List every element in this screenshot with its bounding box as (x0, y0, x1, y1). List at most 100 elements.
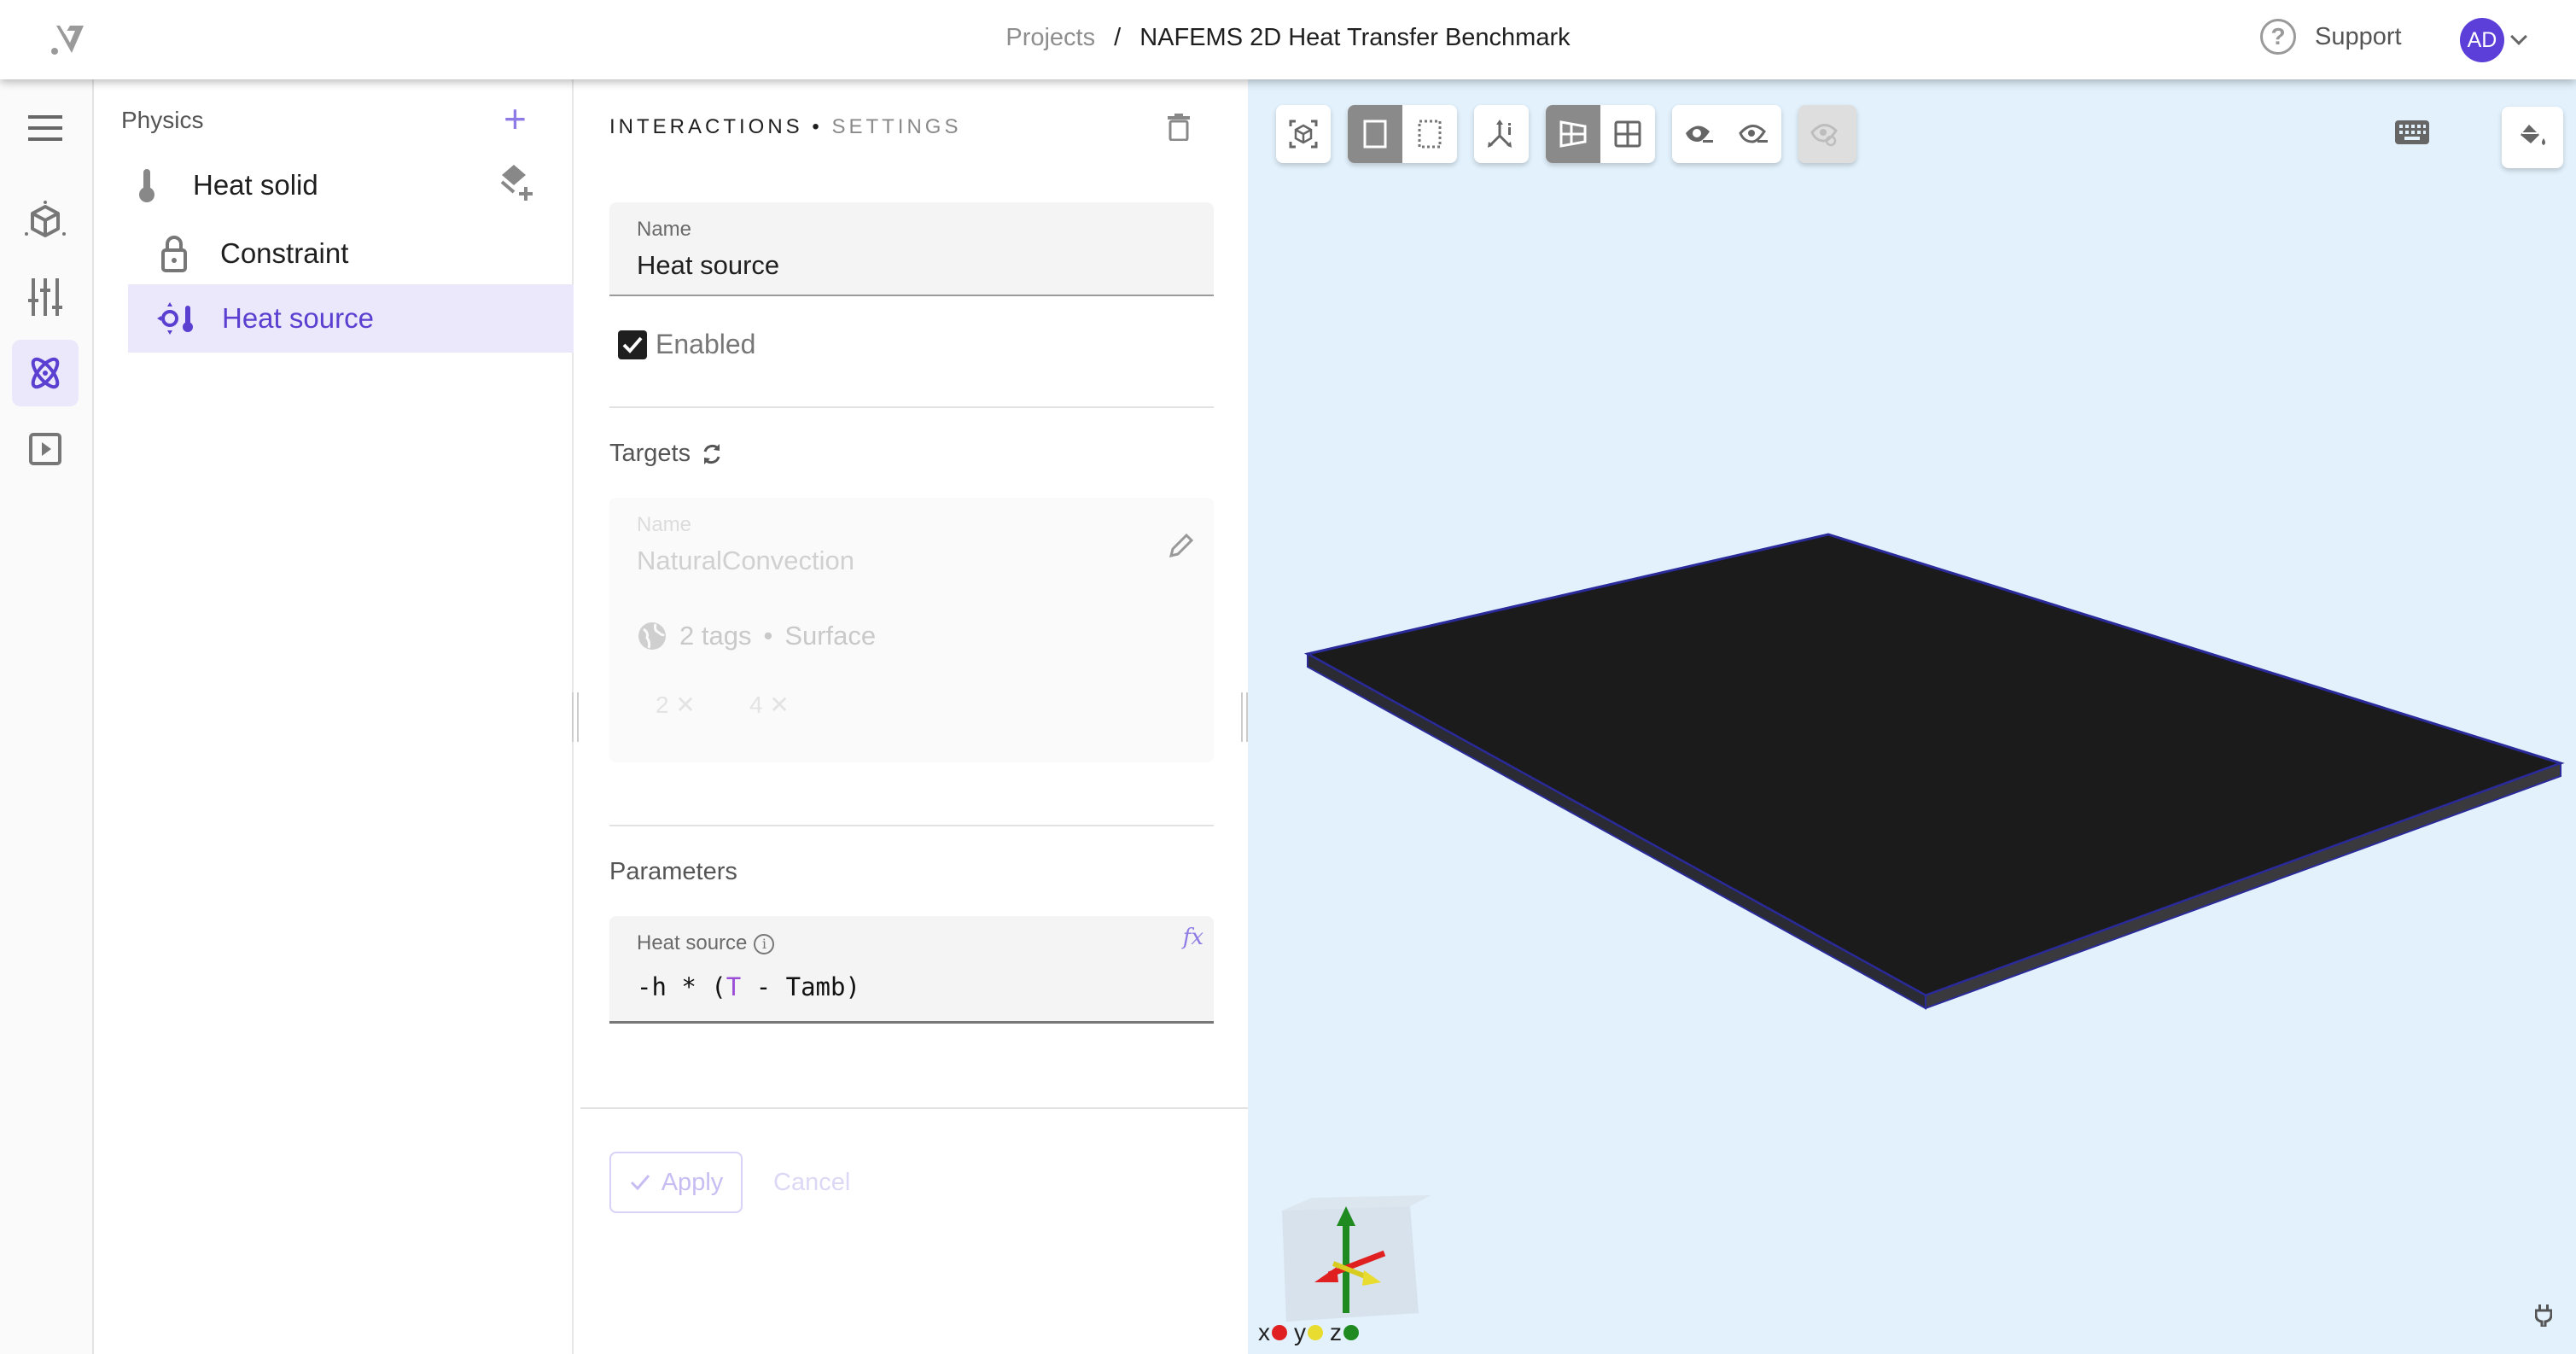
remove-tag-icon[interactable]: ✕ (675, 692, 695, 718)
footer-divider (580, 1107, 1248, 1109)
panel-title: INTERACTIONS • SETTINGS (609, 115, 961, 139)
breadcrumb-separator: / (1114, 24, 1122, 51)
left-panel-resize-handle[interactable] (572, 692, 579, 742)
3d-viewport[interactable]: x y z (1248, 79, 2576, 1354)
physics-atom-icon (31, 357, 60, 389)
toolbar-axes-group (1474, 105, 1529, 163)
heat-source-expression[interactable]: -h * (T - Tamb) (637, 972, 860, 1001)
rail-menu-button[interactable] (12, 95, 79, 161)
show-button[interactable] (1727, 105, 1781, 163)
refresh-icon[interactable] (701, 441, 723, 467)
chevron-down-icon (2510, 28, 2527, 45)
perspective-button[interactable] (1546, 105, 1600, 163)
fit-view-icon (1289, 120, 1318, 149)
add-physics-button[interactable]: + (504, 99, 527, 138)
avatar: AD (2460, 18, 2504, 62)
rail-settings-button[interactable] (12, 264, 79, 330)
tag-chip-label: 2 (656, 692, 669, 718)
help-circle-icon: ? (2260, 19, 2296, 55)
info-icon[interactable]: i (754, 933, 775, 954)
heat-source-expression-field[interactable]: Heat source i fx -h * (T - Tamb) (609, 916, 1214, 1024)
toolbar-visibility-group (1672, 105, 1781, 163)
menu-icon (28, 115, 62, 141)
grid-view-button[interactable] (1600, 105, 1655, 163)
sliders-icon (28, 278, 62, 316)
user-menu[interactable]: AD (2460, 18, 2527, 62)
appearance-button[interactable] (2502, 107, 2563, 168)
rail-geometry-button[interactable] (12, 188, 79, 254)
lock-icon (154, 235, 195, 272)
rail-physics-button[interactable] (12, 340, 79, 406)
cancel-button[interactable]: Cancel (773, 1169, 850, 1197)
function-fx-icon[interactable]: fx (1183, 925, 1203, 950)
keyboard-shortcuts-icon[interactable] (2395, 120, 2429, 144)
edit-pencil-icon[interactable] (1168, 532, 1195, 559)
target-summary: 2 tags • Surface (637, 621, 876, 651)
checkbox-checked-icon (618, 330, 647, 359)
breadcrumb-projects-link[interactable]: Projects (1005, 24, 1095, 51)
settings-panel: INTERACTIONS • SETTINGS Name Heat source… (572, 79, 1248, 1354)
orientation-cube-gizmo[interactable] (1265, 1194, 1436, 1330)
title-settings: SETTINGS (831, 115, 962, 138)
apply-label: Apply (661, 1168, 724, 1196)
axes-info-button[interactable] (1474, 105, 1529, 163)
tree-title: Physics (121, 107, 204, 133)
tree-item-constraint[interactable]: Constraint (154, 230, 529, 277)
plate-model[interactable] (1248, 79, 2576, 1354)
support-label: Support (2315, 22, 2402, 50)
expr-variable: T (726, 972, 742, 1001)
tag-chip[interactable]: 4 ✕ (749, 691, 790, 719)
section-divider (609, 825, 1214, 826)
target-summary-separator: • (763, 621, 773, 651)
geometry-cube-icon (25, 201, 66, 237)
show-icon (1739, 125, 1768, 143)
tag-chip-label: 4 (749, 692, 763, 718)
check-icon (630, 1175, 650, 1191)
axes-info-icon (1488, 120, 1512, 148)
tree-item-heat-solid[interactable]: Heat solid (126, 161, 468, 209)
name-field-label: Name (637, 218, 692, 241)
section-divider (609, 406, 1214, 408)
target-type: Surface (784, 621, 877, 651)
title-interactions: INTERACTIONS (609, 115, 803, 138)
connection-plug-icon[interactable] (2535, 1304, 2552, 1327)
fit-view-button[interactable] (1276, 105, 1331, 163)
enabled-checkbox[interactable]: Enabled (618, 329, 755, 360)
enabled-label: Enabled (656, 329, 756, 359)
support-button[interactable]: ? Support (2260, 19, 2402, 55)
add-layer-icon[interactable] (498, 163, 538, 202)
axis-y-dot (1308, 1325, 1323, 1340)
tree-item-label: Constraint (220, 237, 349, 269)
right-panel-resize-handle[interactable] (1241, 692, 1248, 742)
thermometer-icon (126, 167, 167, 203)
toolbar-reset-group (1798, 105, 1856, 163)
tag-chip[interactable]: 2 ✕ (656, 691, 696, 719)
axis-x-label: x (1258, 1319, 1270, 1345)
select-box-icon (1418, 120, 1442, 149)
targets-header: Targets (609, 440, 723, 468)
target-card: Name NaturalConvection 2 tags • Surface … (609, 498, 1214, 762)
tree-item-heat-source[interactable]: Heat source (128, 284, 574, 353)
parameters-label: Parameters (609, 858, 737, 885)
axis-z-dot (1343, 1325, 1359, 1340)
tree-item-label: Heat source (222, 302, 374, 334)
perspective-icon (1559, 120, 1587, 148)
reset-visibility-button[interactable] (1798, 105, 1853, 163)
delete-trash-icon[interactable] (1168, 114, 1190, 141)
target-name-label: Name (637, 513, 692, 536)
heat-source-label-text: Heat source (637, 931, 748, 954)
heat-source-field-label: Heat source i (637, 931, 775, 955)
name-field-value[interactable]: Heat source (637, 250, 779, 281)
select-solid-icon (1363, 120, 1387, 149)
name-field[interactable]: Name Heat source (609, 202, 1214, 296)
breadcrumb-current-project: NAFEMS 2D Heat Transfer Benchmark (1139, 24, 1571, 51)
rail-run-button[interactable] (12, 416, 79, 482)
apply-button[interactable]: Apply (609, 1152, 743, 1213)
title-separator: • (812, 115, 823, 138)
expr-part: -h * ( (637, 972, 726, 1001)
select-box-button[interactable] (1402, 105, 1457, 163)
remove-tag-icon[interactable]: ✕ (769, 692, 789, 718)
select-solid-button[interactable] (1348, 105, 1402, 163)
hide-button[interactable] (1672, 105, 1727, 163)
axis-x-dot (1272, 1325, 1287, 1340)
